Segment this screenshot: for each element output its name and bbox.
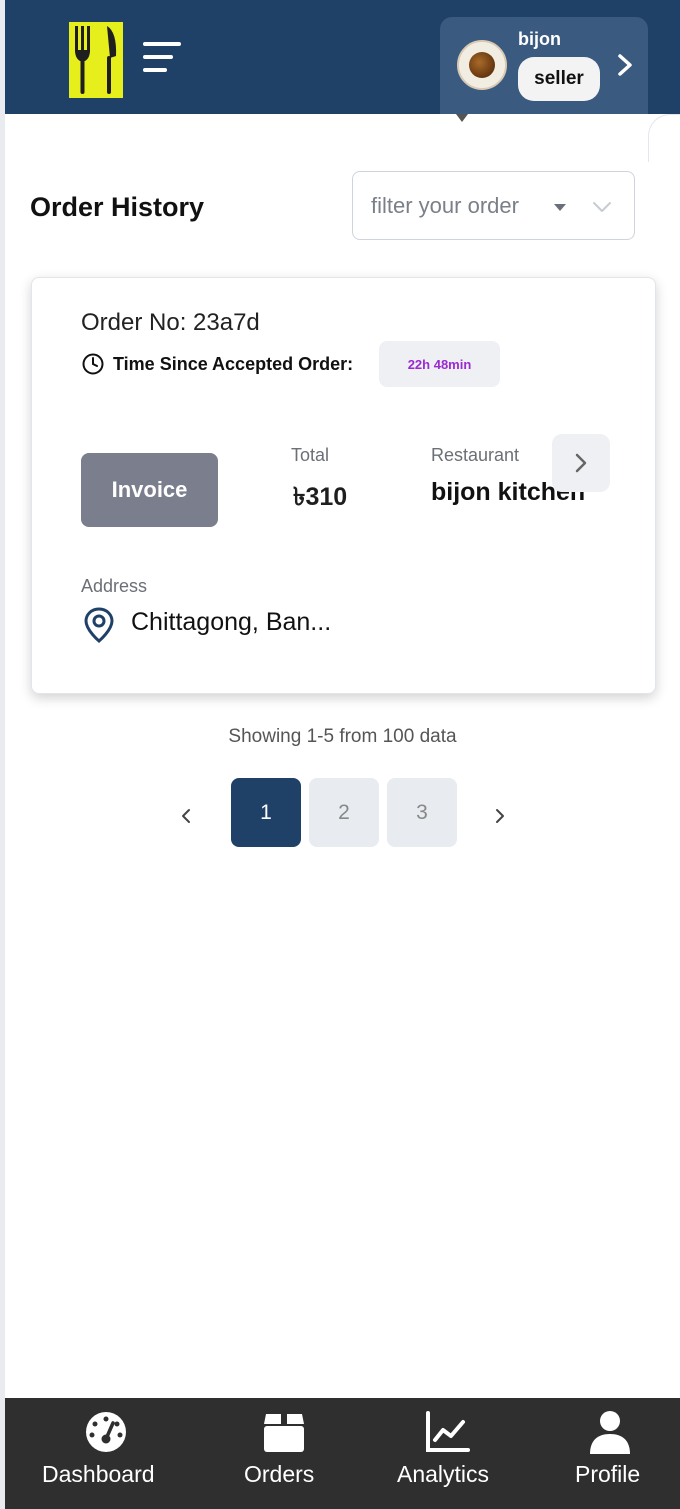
nav-label-dashboard: Dashboard [42,1461,155,1487]
fork-knife-logo-icon[interactable] [69,22,123,98]
pagination-summary: Showing 1-5 from 100 data [228,726,457,747]
role-badge: seller [518,57,600,101]
app-header: bijon seller [5,0,680,114]
line-chart-icon [426,1411,470,1452]
chevron-right-icon [575,453,587,473]
order-number: Order No: 23a7d [81,309,260,336]
hamburger-menu-icon[interactable] [143,40,183,74]
corner-tab [648,114,680,162]
total-value: ৳310 [293,483,348,511]
user-menu[interactable]: bijon seller [440,17,648,114]
left-edge [0,0,5,1509]
address-label: Address [81,576,148,596]
order-card: Order No: 23a7d Time Since Accepted Orde… [31,277,656,694]
user-name: bijon [518,29,561,49]
nav-label-profile: Profile [575,1461,641,1487]
user-icon [590,1411,630,1454]
avatar [457,40,507,90]
order-filter-select[interactable]: filter your order [352,171,635,240]
speedometer-icon [86,1412,126,1452]
nav-label-analytics: Analytics [397,1461,490,1487]
pagination-page-3[interactable]: 3 [387,778,457,847]
nav-label-orders: Orders [244,1461,315,1487]
chevron-left-icon [182,809,190,823]
time-since-accepted-badge: 22h 48min [379,341,500,387]
total-label: Total [291,445,330,465]
invoice-button[interactable]: Invoice [81,453,218,527]
chevron-right-icon [496,809,504,823]
nav-item-analytics[interactable]: Analytics [395,1398,505,1509]
chevron-down-icon [593,202,611,212]
address-value: Chittagong, Ban... [131,608,332,636]
dropdown-caret-icon [456,114,468,122]
nav-item-dashboard[interactable]: Dashboard [40,1398,180,1509]
filter-placeholder: filter your order [371,193,519,218]
clock-icon [82,353,104,375]
nav-item-orders[interactable]: Orders [240,1398,330,1509]
location-pin-icon [84,607,114,643]
pagination-next-button[interactable] [488,800,512,832]
pagination-page-2[interactable]: 2 [309,778,379,847]
pagination-prev-button[interactable] [174,800,198,832]
caret-down-icon [554,204,566,211]
pagination-page-1[interactable]: 1 [231,778,301,847]
order-details-button[interactable] [552,434,610,492]
chevron-right-icon [618,54,632,76]
box-icon [264,1414,304,1452]
time-since-accepted-label: Time Since Accepted Order: [113,354,354,374]
bottom-navigation: Dashboard Orders Analytics Profile [5,1398,680,1509]
nav-item-profile[interactable]: Profile [573,1398,653,1509]
restaurant-label: Restaurant [431,445,520,465]
page-title: Order History [30,192,205,222]
